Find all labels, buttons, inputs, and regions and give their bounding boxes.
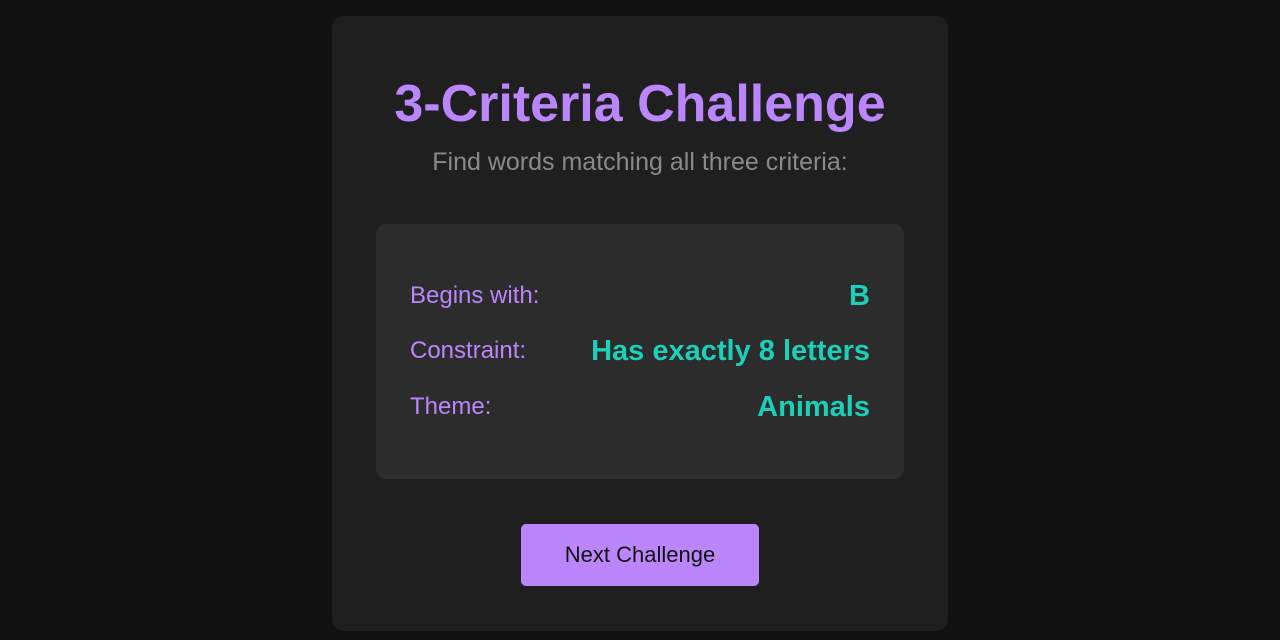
- criterion-label: Begins with:: [410, 282, 540, 309]
- instructions-text: Find words matching all three criteria:: [432, 148, 848, 176]
- criterion-label: Theme:: [410, 393, 492, 420]
- criterion-label: Constraint:: [410, 337, 527, 364]
- page-title: 3-Criteria Challenge: [394, 75, 886, 133]
- challenge-card: 3-Criteria Challenge Find words matching…: [332, 16, 948, 631]
- next-challenge-button[interactable]: Next Challenge: [521, 524, 759, 586]
- criterion-constraint: Constraint: Has exactly 8 letters: [410, 331, 870, 371]
- criterion-value: Animals: [757, 391, 870, 423]
- criterion-theme: Theme: Animals: [410, 387, 870, 427]
- criterion-value: B: [849, 280, 870, 312]
- criterion-begins-with: Begins with: B: [410, 276, 870, 316]
- criteria-panel: Begins with: B Constraint: Has exactly 8…: [376, 224, 904, 479]
- criterion-value: Has exactly 8 letters: [591, 335, 870, 367]
